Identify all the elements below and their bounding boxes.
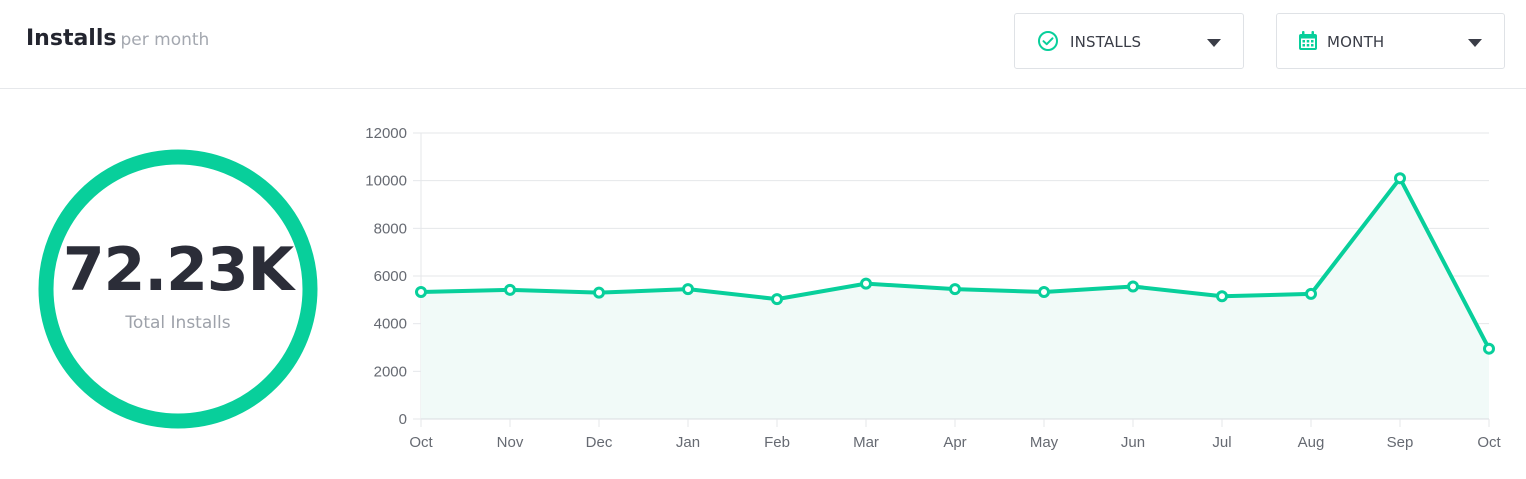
x-tick-label: Mar: [853, 434, 879, 451]
metric-dropdown-label: INSTALLS: [1070, 33, 1142, 51]
y-tick-label: 2000: [374, 363, 407, 380]
series-area: [421, 178, 1489, 419]
x-tick-label: Sep: [1387, 434, 1414, 451]
page-subtitle: per month: [120, 30, 210, 50]
metric-dropdown[interactable]: INSTALLS: [1014, 13, 1244, 69]
x-tick-label: Dec: [586, 434, 613, 451]
data-point: [860, 277, 872, 290]
page-title: Installs per month: [26, 26, 209, 51]
x-tick-label: Oct: [1477, 434, 1501, 451]
x-tick-label: Jul: [1212, 434, 1231, 451]
data-point: [1216, 290, 1228, 303]
chevron-down-icon: [1207, 39, 1221, 47]
data-point: [1394, 172, 1406, 185]
total-installs-value: 72.23K: [62, 235, 294, 305]
data-point: [949, 283, 961, 296]
data-point: [1127, 280, 1139, 293]
data-point: [1305, 287, 1317, 300]
data-point: [682, 283, 694, 296]
x-tick-label: Aug: [1298, 434, 1325, 451]
check-circle-icon: [1038, 31, 1058, 51]
period-dropdown-label: MONTH: [1327, 33, 1385, 51]
data-point: [1038, 285, 1050, 298]
x-tick-label: Jan: [676, 434, 700, 451]
y-tick-label: 12000: [365, 125, 407, 142]
page-title-text: Installs: [26, 26, 117, 51]
x-tick-label: Apr: [943, 434, 966, 451]
y-tick-label: 6000: [374, 268, 407, 285]
calendar-icon: [1299, 31, 1317, 50]
x-tick-label: Jun: [1121, 434, 1145, 451]
installs-chart: 0 2000 4000 6000 8000 10000 12000 Oct Nov Dec Jan F…: [365, 125, 1501, 451]
data-point: [593, 286, 605, 299]
x-tick-label: Oct: [409, 434, 433, 451]
x-tick-label: Nov: [497, 434, 524, 451]
y-tick-label: 8000: [374, 220, 407, 237]
y-tick-label: 0: [399, 411, 407, 428]
chevron-down-icon: [1468, 39, 1482, 47]
data-point: [504, 283, 516, 296]
total-installs-card: 72.23K Total Installs: [38, 149, 318, 429]
data-point: [415, 285, 427, 298]
period-dropdown[interactable]: MONTH: [1276, 13, 1505, 69]
x-tick-label: Feb: [764, 434, 790, 451]
total-installs-label: Total Installs: [125, 313, 231, 333]
y-tick-label: 10000: [365, 173, 407, 190]
data-point: [771, 293, 783, 306]
data-point: [1483, 342, 1495, 355]
x-tick-label: May: [1030, 434, 1059, 451]
header: Installs per month INSTALLS MONTH: [0, 0, 1526, 89]
y-tick-label: 4000: [374, 316, 407, 333]
